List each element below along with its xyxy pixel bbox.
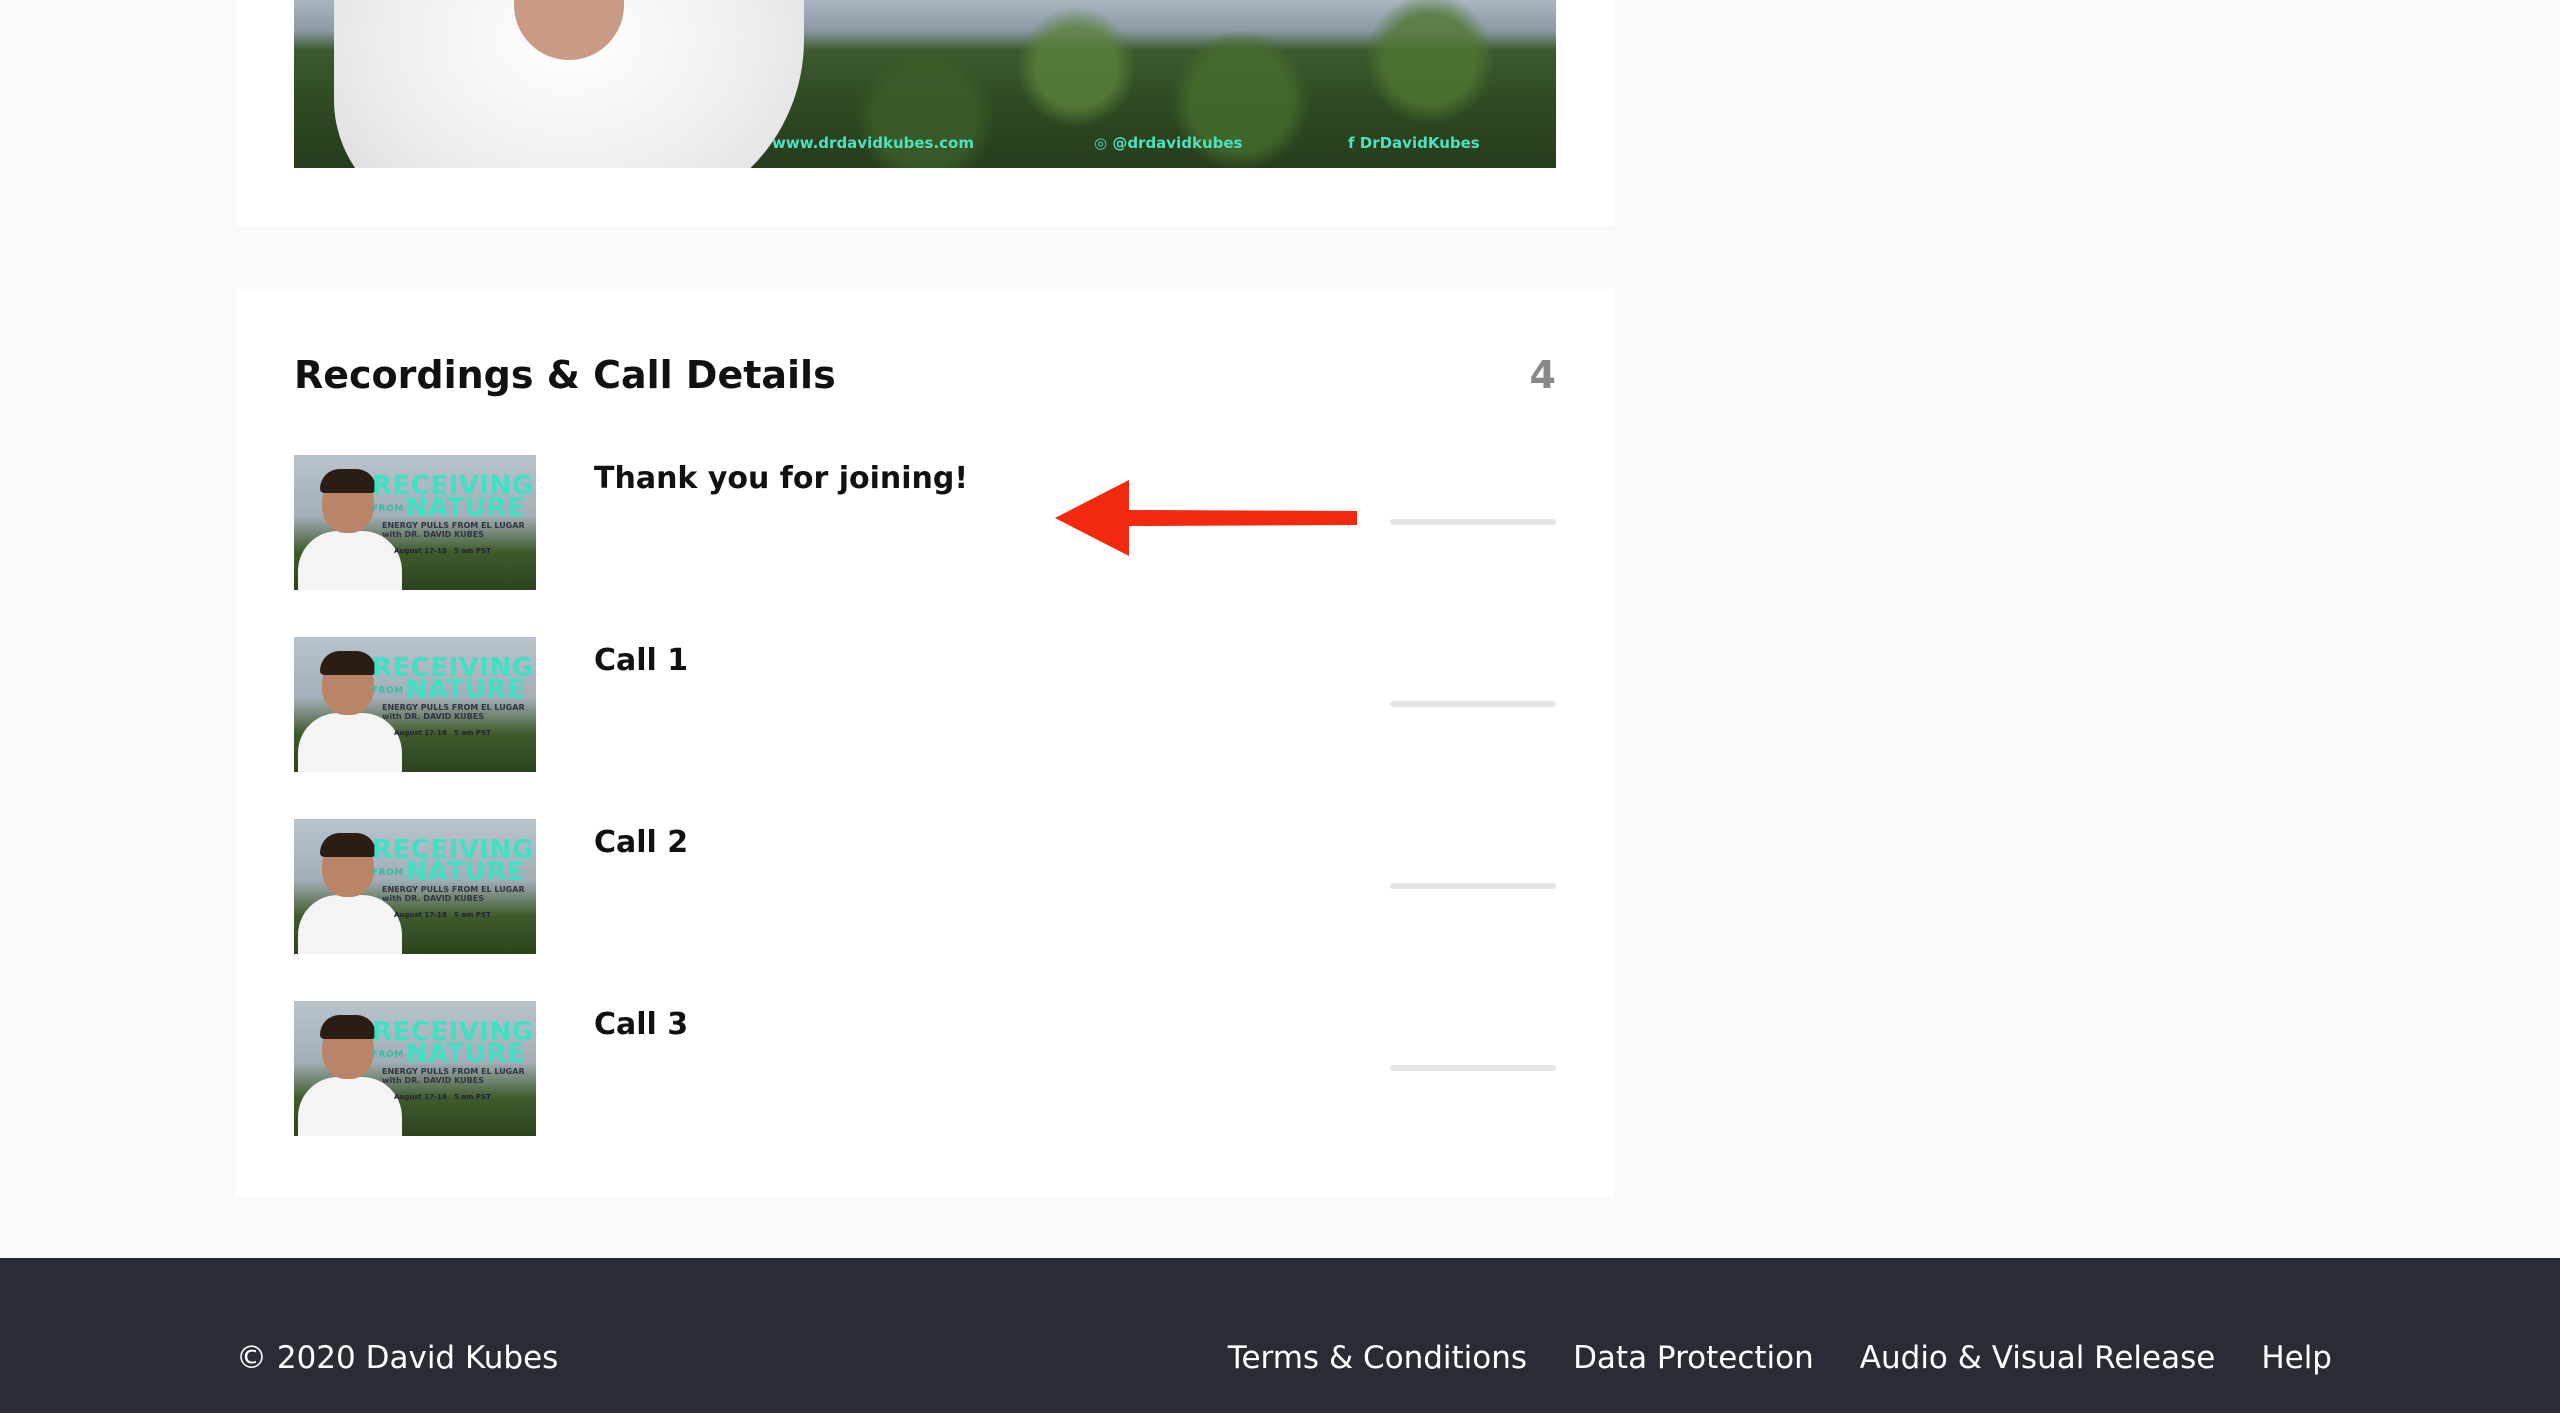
recording-thumbnail[interactable]: RECEIVING FROMNATURE ENERGY PULLS FROM E… [294,1001,536,1136]
thumbnail-time-text: 5 am PST [454,729,491,737]
thumbnail-title-line2: NATURE [405,1039,526,1069]
thumbnail-date: August 17-18 5 am PST [394,547,491,555]
recording-progress-bar [1390,883,1556,889]
thumbnail-date-text: August 17-18 [394,1093,447,1101]
thumbnail-time-text: 5 am PST [454,911,491,919]
footer-link-terms[interactable]: Terms & Conditions [1228,1340,1527,1376]
thumbnail-person-body [298,1077,402,1136]
footer: © 2020 David Kubes Terms & Conditions Da… [0,1258,2560,1413]
thumbnail-subtitle-text: ENERGY PULLS FROM EL LUGAR [382,1067,525,1076]
thumbnail-subtitle: ENERGY PULLS FROM EL LUGAR with DR. DAVI… [382,885,525,903]
thumbnail-title-line2: NATURE [405,857,526,887]
recordings-card: Recordings & Call Details 4 RECEIVING FR… [236,289,1614,1197]
recording-progress-bar [1390,1065,1556,1071]
thumbnail-title-line2: NATURE [405,675,526,705]
recording-title-link[interactable]: Call 3 [594,1007,688,1042]
thumbnail-title: RECEIVING FROMNATURE [372,837,534,885]
thumbnail-date: August 17-18 5 am PST [394,1093,491,1101]
thumbnail-person-hair [320,469,376,493]
hero-facebook-text: f DrDavidKubes [1348,134,1480,152]
thumbnail-date: August 17-18 5 am PST [394,729,491,737]
thumbnail-title-line2: NATURE [405,493,526,523]
annotation-arrow-icon [1055,480,1357,556]
recordings-title: Recordings & Call Details [294,353,836,397]
thumbnail-subtitle-text: ENERGY PULLS FROM EL LUGAR [382,885,525,894]
recording-item[interactable]: RECEIVING FROMNATURE ENERGY PULLS FROM E… [294,1001,1556,1136]
thumbnail-time-text: 5 am PST [454,547,491,555]
hero-instagram-handle: @drdavidkubes [1112,134,1243,152]
thumbnail-person-body [298,713,402,772]
thumbnail-subtitle: ENERGY PULLS FROM EL LUGAR with DR. DAVI… [382,703,525,721]
footer-links: Terms & Conditions Data Protection Audio… [1228,1340,2332,1376]
hero-website-text: www.drdavidkubes.com [772,134,974,152]
thumbnail-host-text: with DR. DAVID KUBES [382,1076,484,1085]
hero-facebook-handle: DrDavidKubes [1359,134,1480,152]
footer-copyright: © 2020 David Kubes [236,1340,559,1376]
recordings-count: 4 [1529,353,1556,397]
thumbnail-host-text: with DR. DAVID KUBES [382,894,484,903]
thumbnail-date-text: August 17-18 [394,729,447,737]
footer-link-audio-visual-release[interactable]: Audio & Visual Release [1860,1340,2216,1376]
thumbnail-person-body [298,895,402,954]
thumbnail-person-hair [320,1015,376,1039]
recording-progress-bar [1390,701,1556,707]
recording-thumbnail[interactable]: RECEIVING FROMNATURE ENERGY PULLS FROM E… [294,819,536,954]
thumbnail-time-text: 5 am PST [454,1093,491,1101]
recording-thumbnail[interactable]: RECEIVING FROMNATURE ENERGY PULLS FROM E… [294,637,536,772]
thumbnail-subtitle-text: ENERGY PULLS FROM EL LUGAR [382,521,525,530]
hero-card: www.drdavidkubes.com ◎ @drdavidkubes f D… [236,0,1614,226]
thumbnail-host-text: with DR. DAVID KUBES [382,530,484,539]
thumbnail-date-text: August 17-18 [394,547,447,555]
recording-progress-bar [1390,519,1556,525]
thumbnail-title-from: FROM [372,503,404,514]
hero-banner-image: www.drdavidkubes.com ◎ @drdavidkubes f D… [294,0,1556,168]
thumbnail-title-from: FROM [372,685,404,696]
recording-thumbnail[interactable]: RECEIVING FROMNATURE ENERGY PULLS FROM E… [294,455,536,590]
thumbnail-title: RECEIVING FROMNATURE [372,473,534,521]
recording-title-link[interactable]: Call 1 [594,643,688,678]
thumbnail-title: RECEIVING FROMNATURE [372,1019,534,1067]
thumbnail-title: RECEIVING FROMNATURE [372,655,534,703]
thumbnail-person-body [298,531,402,590]
thumbnail-host-text: with DR. DAVID KUBES [382,712,484,721]
recording-item[interactable]: RECEIVING FROMNATURE ENERGY PULLS FROM E… [294,637,1556,772]
recording-item[interactable]: RECEIVING FROMNATURE ENERGY PULLS FROM E… [294,819,1556,954]
footer-link-data-protection[interactable]: Data Protection [1573,1340,1814,1376]
hero-instagram-text: ◎ @drdavidkubes [1094,134,1243,152]
thumbnail-title-from: FROM [372,867,404,878]
page: www.drdavidkubes.com ◎ @drdavidkubes f D… [0,0,2560,1413]
thumbnail-date: August 17-18 5 am PST [394,911,491,919]
thumbnail-subtitle: ENERGY PULLS FROM EL LUGAR with DR. DAVI… [382,1067,525,1085]
recording-title-link[interactable]: Call 2 [594,825,688,860]
recording-title-link[interactable]: Thank you for joining! [594,461,968,496]
footer-link-help[interactable]: Help [2261,1340,2332,1376]
thumbnail-subtitle-text: ENERGY PULLS FROM EL LUGAR [382,703,525,712]
thumbnail-date-text: August 17-18 [394,911,447,919]
thumbnail-subtitle: ENERGY PULLS FROM EL LUGAR with DR. DAVI… [382,521,525,539]
thumbnail-person-hair [320,833,376,857]
thumbnail-title-from: FROM [372,1049,404,1060]
recording-item[interactable]: RECEIVING FROMNATURE ENERGY PULLS FROM E… [294,455,1556,590]
thumbnail-person-hair [320,651,376,675]
